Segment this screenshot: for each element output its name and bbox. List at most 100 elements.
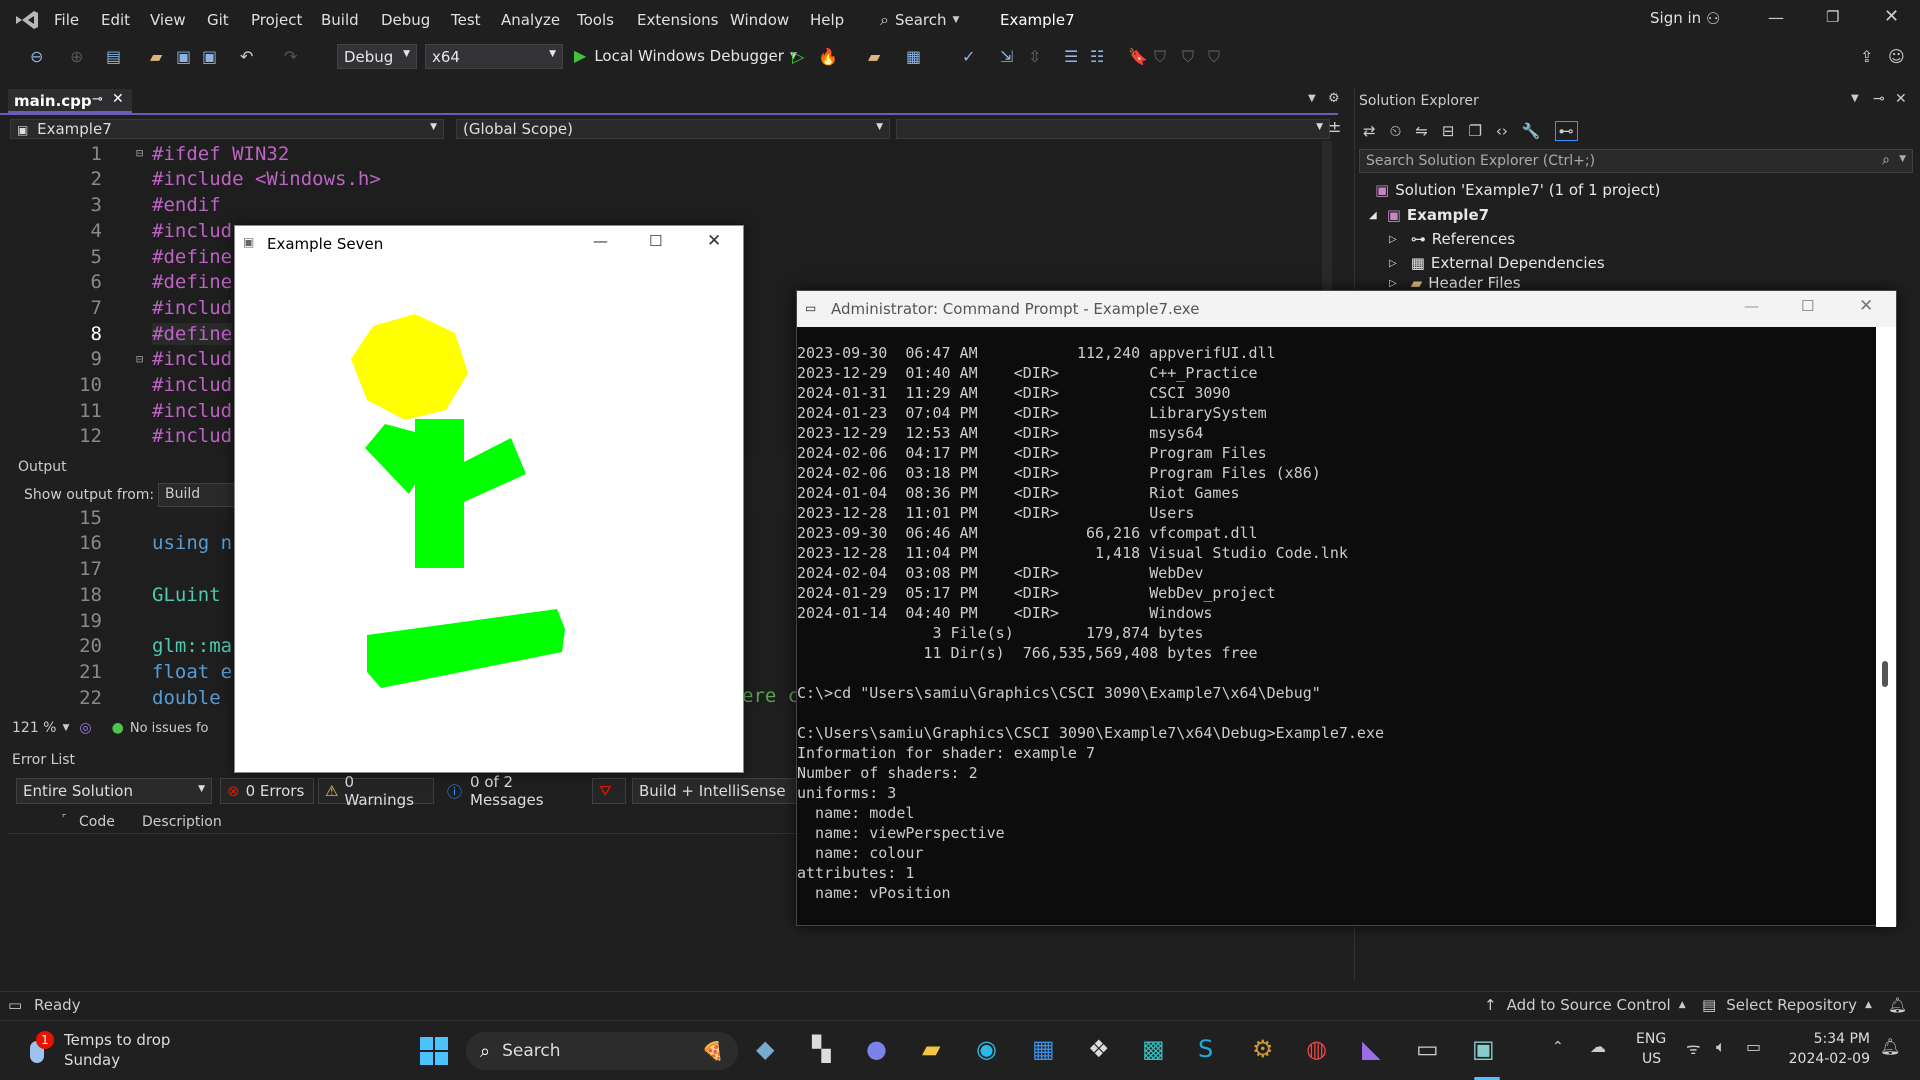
open-folder-icon[interactable]: ▰	[150, 47, 162, 67]
menu-test[interactable]: Test	[451, 11, 481, 29]
scope-selector[interactable]: (Global Scope) ▼	[456, 119, 890, 139]
bookmark-prev-icon[interactable]: ⛉	[1154, 47, 1166, 67]
tab-main-cpp[interactable]: main.cpp ⊸ ✕	[8, 89, 132, 113]
filter-icon[interactable]: ⛛	[592, 778, 626, 804]
code-view-icon[interactable]: ‹›	[1496, 122, 1508, 140]
forward-icon[interactable]: ⊕	[70, 47, 83, 67]
zoom-level[interactable]: 121 %	[12, 720, 56, 736]
minimize-icon[interactable]: —	[593, 232, 608, 250]
errors-filter-button[interactable]: ⊗ 0 Errors	[220, 778, 314, 804]
show-all-files-icon[interactable]: ❐	[1468, 122, 1481, 140]
game-icon[interactable]: ⚙	[1252, 1035, 1274, 1063]
copilot-icon[interactable]: ◎	[79, 720, 91, 736]
language-region[interactable]: US	[1642, 1051, 1661, 1067]
microsoft-store-icon[interactable]: ▦	[1032, 1035, 1055, 1063]
app-icon[interactable]: ▩	[1142, 1035, 1165, 1063]
file-explorer-icon[interactable]: ▰	[922, 1035, 940, 1063]
console-output[interactable]: 2023-09-30 06:47 AM 112,240 appverifUI.d…	[797, 327, 1876, 925]
minimize-icon[interactable]: —	[1768, 8, 1784, 27]
opengl-app-icon[interactable]: ▣	[1472, 1035, 1495, 1063]
clock-date[interactable]: 2024-02-09	[1782, 1051, 1870, 1067]
chevron-down-icon[interactable]: ▼	[1851, 93, 1859, 104]
menu-git[interactable]: Git	[207, 11, 229, 29]
command-prompt-window[interactable]: ▭ Administrator: Command Prompt - Exampl…	[796, 290, 1897, 927]
member-selector[interactable]: ▼	[896, 119, 1330, 139]
error-scope-dropdown[interactable]: Entire Solution ▼	[16, 778, 212, 804]
project-selector[interactable]: ▣ Example7 ▼	[10, 119, 444, 139]
start-debugging-button[interactable]: ▶ Local Windows Debugger ▼	[574, 46, 797, 65]
close-icon[interactable]: ✕	[1895, 91, 1907, 107]
platform-dropdown[interactable]: x64 ▼	[425, 44, 563, 69]
account-icon[interactable]: ⚇	[1706, 9, 1720, 28]
close-icon[interactable]: ✕	[1859, 296, 1873, 316]
save-all-icon[interactable]: ▣	[202, 47, 217, 67]
build-filter-dropdown[interactable]: Build + IntelliSense	[632, 778, 802, 804]
maximize-icon[interactable]: ☐	[1801, 297, 1814, 315]
add-to-source-control-button[interactable]: ↑ Add to Source Control ▲	[1484, 996, 1686, 1014]
global-search[interactable]: ⌕ Search ▼	[880, 9, 959, 31]
dropbox-icon[interactable]: ❖	[1088, 1035, 1110, 1063]
example-seven-window[interactable]: ▣ Example Seven — ☐ ✕	[234, 225, 744, 773]
menu-file[interactable]: File	[54, 11, 79, 29]
notification-bell-icon[interactable]: 🔔︎	[1888, 996, 1907, 1014]
split-icon[interactable]: ±	[1328, 117, 1341, 136]
sort-icon[interactable]: ⌜	[62, 814, 66, 824]
settings-gear-icon[interactable]: ⚙	[1328, 91, 1340, 106]
console-scroll-thumb[interactable]	[1882, 661, 1888, 687]
menu-extensions[interactable]: Extensions	[637, 11, 718, 29]
collapse-icon[interactable]: ⊟	[136, 146, 143, 160]
tab-list-icon[interactable]: ▼	[1308, 93, 1316, 104]
tree-project[interactable]: ◢ ▣ Example7	[1369, 206, 1489, 224]
column-code[interactable]: Code	[79, 814, 115, 830]
console-titlebar[interactable]: ▭ Administrator: Command Prompt - Exampl…	[797, 291, 1896, 327]
weather-icon[interactable]: 1	[26, 1031, 56, 1067]
warnings-filter-button[interactable]: ⚠ 0 Warnings	[318, 773, 434, 809]
tree-external-dependencies[interactable]: ▷ ▦ External Dependencies	[1389, 254, 1605, 272]
sublime-icon[interactable]: S	[1198, 1035, 1213, 1063]
task-view-icon[interactable]: ▚	[812, 1035, 830, 1063]
maximize-icon[interactable]: ☐	[649, 232, 662, 250]
switch-views-icon[interactable]: ⇄	[1363, 122, 1376, 140]
terminal-icon[interactable]: ▭	[1416, 1035, 1439, 1063]
collapse-icon[interactable]: ⊟	[136, 352, 143, 366]
teams-chat-icon[interactable]: ●	[866, 1035, 887, 1063]
menu-help[interactable]: Help	[810, 11, 844, 29]
step-icon[interactable]: ⇲	[1000, 47, 1013, 67]
console-scrollbar[interactable]	[1876, 327, 1896, 927]
menu-build[interactable]: Build	[321, 11, 359, 29]
minimize-icon[interactable]: —	[1744, 297, 1759, 315]
battery-icon[interactable]: ▭	[1746, 1037, 1761, 1056]
messages-filter-button[interactable]: ⓘ 0 of 2 Messages	[440, 773, 590, 809]
close-icon[interactable]: ✕	[707, 231, 721, 251]
bookmark-clear-icon[interactable]: ⛉	[1208, 47, 1220, 67]
menu-analyze[interactable]: Analyze	[501, 11, 560, 29]
menu-tools[interactable]: Tools	[577, 11, 614, 29]
chevron-up-icon[interactable]: ⌃	[1552, 1039, 1564, 1055]
save-icon[interactable]: ▣	[176, 47, 191, 67]
folder-icon[interactable]: ▰	[868, 47, 880, 67]
menu-view[interactable]: View	[150, 11, 186, 29]
back-icon[interactable]: ⊖	[30, 47, 43, 67]
menu-debug[interactable]: Debug	[381, 11, 430, 29]
sign-in-link[interactable]: Sign in	[1650, 9, 1701, 27]
properties-wrench-icon[interactable]: 🔧	[1522, 122, 1541, 140]
edge-browser-icon[interactable]: ◉	[976, 1035, 997, 1063]
window-titlebar[interactable]: ▣ Example Seven — ☐ ✕	[235, 226, 743, 262]
language-code[interactable]: ENG	[1636, 1031, 1666, 1047]
uncomment-icon[interactable]: ☷	[1090, 47, 1104, 67]
solution-search-input[interactable]: Search Solution Explorer (Ctrl+;) ⌕ ▼	[1359, 149, 1913, 173]
step-over-icon[interactable]: ⇳	[1028, 47, 1041, 67]
history-icon[interactable]: ⏲	[1390, 122, 1402, 140]
windows-start-icon[interactable]	[420, 1037, 448, 1065]
share-icon[interactable]: ⇪	[1860, 47, 1873, 67]
volume-icon[interactable]: 🔈︎	[1716, 1037, 1726, 1057]
undo-icon[interactable]: ↶	[240, 47, 253, 67]
spellcheck-icon[interactable]: ✓	[962, 47, 975, 67]
pin-icon[interactable]: ⊸	[92, 92, 103, 107]
visual-studio-logo-icon[interactable]	[14, 9, 40, 31]
clock-time[interactable]: 5:34 PM	[1782, 1031, 1870, 1047]
menu-window[interactable]: Window	[730, 11, 789, 29]
close-icon[interactable]: ✕	[1884, 6, 1899, 27]
copilot-icon[interactable]: ◆	[756, 1035, 774, 1063]
configuration-dropdown[interactable]: Debug ▼	[337, 44, 417, 69]
